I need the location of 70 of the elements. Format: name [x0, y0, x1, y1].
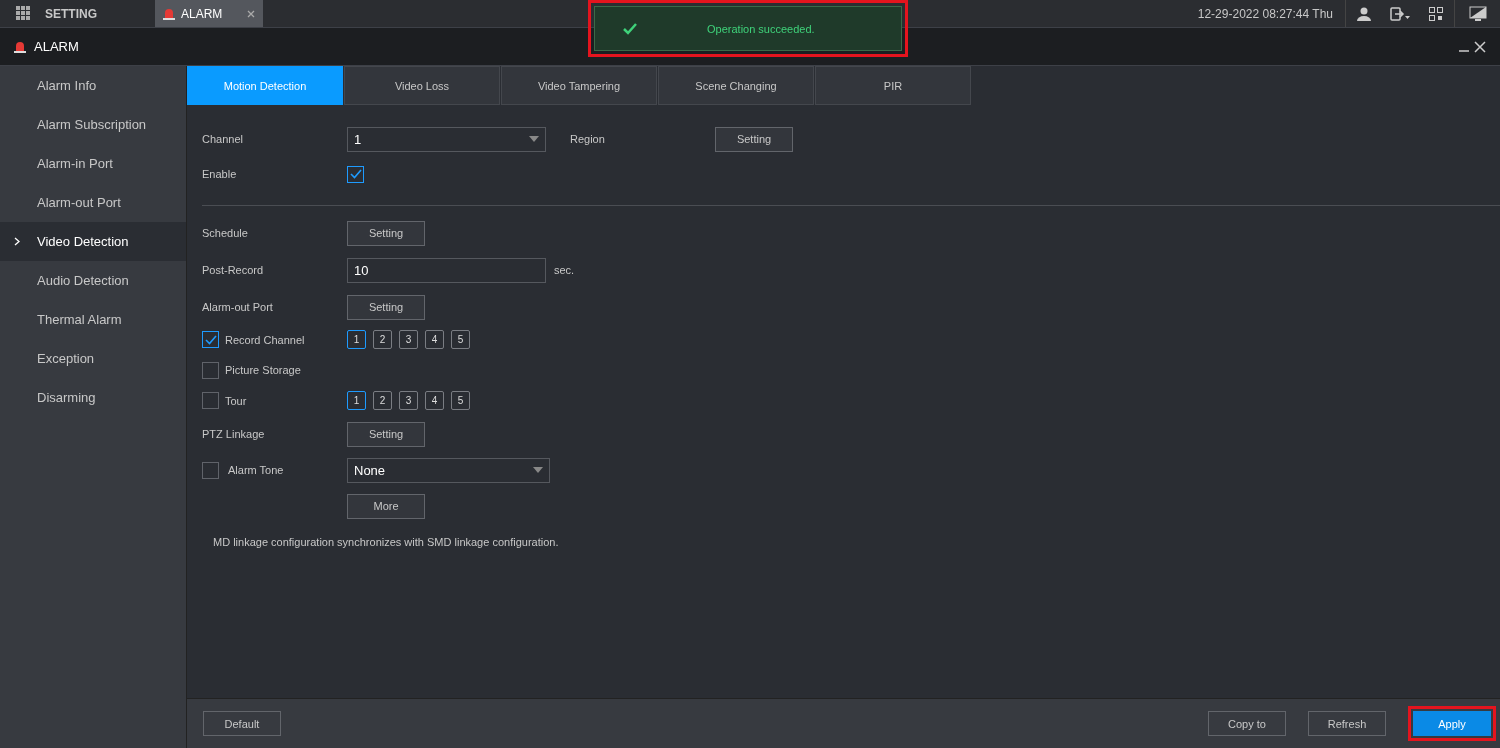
date-time: 12-29-2022 08:27:44 Thu	[1185, 0, 1346, 27]
setting-button[interactable]: Setting	[347, 294, 425, 320]
apply-button[interactable]: Apply	[1413, 711, 1491, 736]
setting-button[interactable]: Setting	[347, 421, 425, 447]
default-button[interactable]: Default	[203, 711, 281, 736]
post-record-field[interactable]: 10	[347, 257, 546, 283]
channel-toggle[interactable]: 3	[399, 330, 418, 349]
sidebar-item[interactable]: Exception	[0, 339, 186, 378]
info-note: MD linkage configuration synchronizes with SMD linkage configuration.	[212, 535, 560, 548]
channel-toggle[interactable]: 2	[373, 391, 392, 410]
more-button[interactable]: More	[347, 493, 425, 519]
field-label: Alarm-out Port	[202, 301, 274, 313]
close-icon[interactable]	[1474, 40, 1486, 53]
siren-icon	[14, 40, 26, 53]
channel-toggle[interactable]: 3	[399, 391, 418, 410]
copy-to-button[interactable]: Copy to	[1208, 711, 1286, 736]
channel-toggle[interactable]: 2	[373, 330, 392, 349]
caret-icon	[533, 467, 543, 473]
alarm-tab[interactable]: ALARM	[155, 0, 263, 27]
checkbox[interactable]	[202, 392, 219, 409]
channel-toggle[interactable]: 4	[425, 330, 444, 349]
channel-toggle[interactable]: 5	[451, 330, 470, 349]
checkbox[interactable]	[202, 331, 219, 348]
checkbox-label: Tour	[225, 394, 247, 407]
caret-icon	[529, 136, 539, 142]
tab[interactable]: Video Tampering	[501, 66, 657, 105]
window-title: ALARM	[34, 39, 79, 54]
checkbox[interactable]	[202, 461, 219, 479]
grid-menu-icon	[16, 6, 31, 21]
field-label: Enable	[202, 168, 238, 180]
checkbox[interactable]	[202, 361, 219, 379]
sidebar-item[interactable]: Alarm-out Port	[0, 183, 186, 222]
menu-button[interactable]: SETTING	[0, 0, 155, 27]
checkbox-label: Alarm Tone	[228, 464, 284, 476]
alarm-tone-select[interactable]: None	[347, 457, 550, 483]
sidebar-item[interactable]: Disarming	[0, 378, 186, 417]
tab[interactable]: Video Loss	[344, 66, 500, 105]
channel-toggle[interactable]: 1	[347, 330, 366, 349]
channel-toggle[interactable]: 1	[347, 391, 366, 410]
logout-icon[interactable]	[1390, 6, 1410, 21]
toast-message: Operation succeeded.	[707, 22, 815, 35]
chevron-icon	[14, 237, 20, 246]
sidebar-item[interactable]: Alarm Info	[0, 66, 186, 105]
setting-button[interactable]: Setting	[715, 126, 793, 152]
user-icon[interactable]	[1357, 6, 1371, 21]
checkbox-label: Picture Storage	[225, 364, 301, 376]
field-label: Post-Record	[202, 264, 265, 276]
checkbox[interactable]	[347, 165, 364, 183]
sidebar-item[interactable]: Audio Detection	[0, 261, 186, 300]
qr-code-icon[interactable]	[1429, 6, 1443, 21]
channel-toggle[interactable]: 4	[425, 391, 444, 410]
channel-toggle[interactable]: 5	[451, 391, 470, 410]
checkmark-icon	[623, 22, 637, 35]
sidebar-item[interactable]: Video Detection	[0, 222, 186, 261]
field-label: Schedule	[202, 227, 249, 239]
checkbox-label: Record Channel	[225, 333, 305, 346]
sidebar-item[interactable]: Thermal Alarm	[0, 300, 186, 339]
channel-select[interactable]: 1	[347, 126, 546, 152]
monitor-icon[interactable]	[1468, 5, 1487, 22]
tab[interactable]: Scene Changing	[658, 66, 814, 105]
setting-button[interactable]: Setting	[347, 220, 425, 246]
sidebar-item[interactable]: Alarm Subscription	[0, 105, 186, 144]
unit-label: sec.	[554, 264, 575, 276]
field-label: Region	[570, 133, 606, 145]
field-label: Channel	[202, 133, 244, 145]
tab[interactable]: PIR	[815, 66, 971, 105]
field-label: PTZ Linkage	[202, 428, 266, 440]
refresh-button[interactable]: Refresh	[1308, 711, 1386, 736]
siren-icon	[163, 7, 175, 20]
sidebar-item[interactable]: Alarm-in Port	[0, 144, 186, 183]
